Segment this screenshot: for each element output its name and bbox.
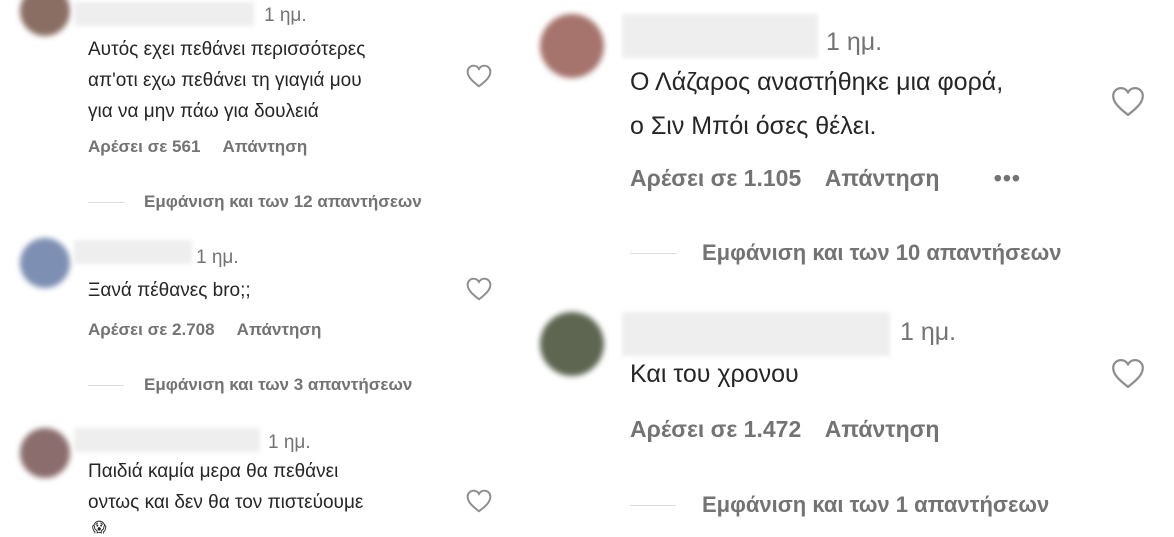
comment-actions: Αρέσει σε 561 Απάντηση: [88, 137, 325, 157]
reply-button[interactable]: Απάντηση: [825, 416, 940, 442]
comment-text-line: Παιδιά καμία μερα θα πεθάνει: [88, 461, 339, 482]
heart-outline-icon[interactable]: [466, 489, 492, 513]
avatar[interactable]: [20, 0, 70, 36]
view-replies-button[interactable]: Εμφάνιση και των 1 απαντήσεων: [630, 492, 1049, 518]
replies-divider: [88, 201, 124, 203]
comment-text-line: Ξανά πέθανες bro;;: [88, 280, 251, 301]
comment-timestamp: 1 ημ.: [264, 5, 307, 26]
comment-timestamp: 1 ημ.: [900, 318, 957, 346]
comment-text: Ξανά πέθανες bro;;: [88, 275, 251, 306]
replies-divider: [630, 252, 676, 254]
heart-outline-icon[interactable]: [466, 277, 492, 301]
comment-text: Ο Λάζαρος αναστήθηκε μια φορά, ο Σιν Μπό…: [630, 60, 1003, 148]
view-replies-label: Εμφάνιση και των 10 απαντήσεων: [702, 240, 1062, 265]
comment-text-line: οντως και δεν θα τον πιστεύουμε: [88, 492, 364, 513]
comment-text-line: Αυτός εχει πεθάνει περισσότερες: [88, 39, 366, 60]
reply-button[interactable]: Απάντηση: [237, 320, 322, 339]
comment-text: Και του χρονου: [630, 352, 799, 396]
comment-text-line: Ο Λάζαρος αναστήθηκε μια φορά,: [630, 68, 1004, 96]
comment-timestamp: 1 ημ.: [196, 247, 239, 268]
view-replies-label: Εμφάνιση και των 12 απαντήσεων: [144, 192, 422, 211]
likes-count-button[interactable]: Αρέσει σε 561: [88, 137, 200, 156]
replies-divider: [630, 504, 676, 506]
likes-count-button[interactable]: Αρέσει σε 2.708: [88, 320, 215, 339]
avatar[interactable]: [540, 312, 604, 376]
comment-actions: Αρέσει σε 1.472 Απάντηση: [630, 416, 957, 443]
comment-timestamp: 1 ημ.: [826, 28, 883, 56]
avatar[interactable]: [540, 14, 604, 78]
comment-text-line: απ'οτι εχω πεθάνει τη γιαγιά μου: [88, 70, 362, 91]
username-blurred[interactable]: [622, 14, 818, 58]
likes-count-button[interactable]: Αρέσει σε 1.472: [630, 416, 801, 442]
view-replies-button[interactable]: Εμφάνιση και των 12 απαντήσεων: [88, 192, 422, 212]
avatar[interactable]: [20, 238, 70, 288]
comment-timestamp: 1 ημ.: [268, 432, 311, 453]
comment-text-line: για να μην πάω για δουλειά: [88, 101, 319, 122]
avatar[interactable]: [20, 428, 70, 478]
more-options-icon[interactable]: •••: [994, 165, 1021, 191]
view-replies-button[interactable]: Εμφάνιση και των 10 απαντήσεων: [630, 240, 1061, 266]
username-blurred[interactable]: [74, 2, 254, 26]
comment-actions: Αρέσει σε 2.708 Απάντηση: [88, 320, 339, 340]
view-replies-button[interactable]: Εμφάνιση και των 3 απαντήσεων: [88, 375, 412, 395]
comment-text-line: Και του χρονου: [630, 360, 799, 388]
username-blurred[interactable]: [74, 240, 192, 264]
replies-divider: [88, 384, 124, 386]
likes-count-button[interactable]: Αρέσει σε 1.105: [630, 165, 801, 191]
username-blurred[interactable]: [74, 428, 260, 452]
reply-button[interactable]: Απάντηση: [223, 137, 308, 156]
heart-outline-icon[interactable]: [1111, 358, 1145, 389]
view-replies-label: Εμφάνιση και των 3 απαντήσεων: [144, 375, 413, 394]
view-replies-label: Εμφάνιση και των 1 απαντήσεων: [702, 492, 1050, 517]
comment-text: Αυτός εχει πεθάνει περισσότερες απ'οτι ε…: [88, 34, 365, 127]
username-blurred[interactable]: [622, 312, 890, 356]
heart-outline-icon[interactable]: [1111, 86, 1145, 117]
comment-actions: Αρέσει σε 1.105 Απάντηση •••: [630, 165, 1039, 192]
reply-button[interactable]: Απάντηση: [825, 165, 940, 191]
heart-outline-icon[interactable]: [466, 64, 492, 88]
comment-text: Παιδιά καμία μερα θα πεθάνει οντως και δ…: [88, 456, 363, 518]
comment-text-line: ο Σιν Μπόι όσες θέλει.: [630, 112, 877, 140]
scream-emoji: 😱: [92, 519, 107, 535]
